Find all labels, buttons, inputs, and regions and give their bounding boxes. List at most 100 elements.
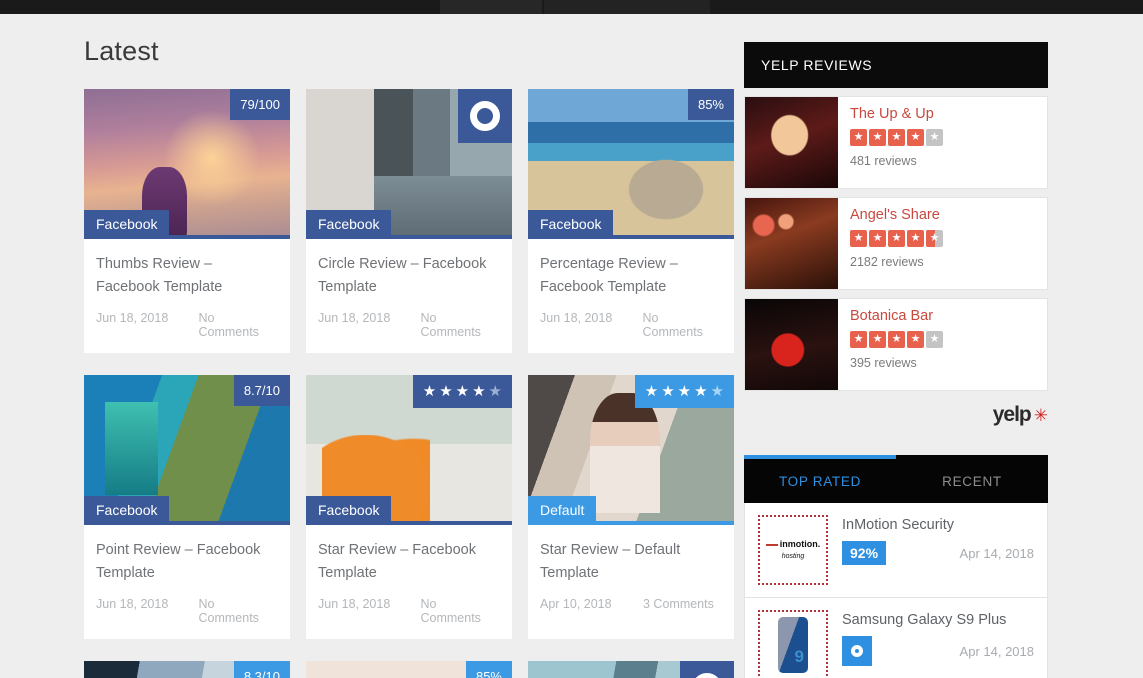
post-comments[interactable]: No Comments	[199, 597, 279, 625]
score-badge: 8.3/10	[233, 661, 290, 678]
circle-score-badge	[458, 89, 512, 143]
inmotion-logo-icon: inmotion. hosting	[765, 539, 820, 560]
category-tag[interactable]: Facebook	[306, 495, 392, 525]
post-thumbnail[interactable]: 8.3/10	[84, 661, 290, 678]
post-meta: Jun 18, 2018 No Comments	[96, 597, 278, 625]
yelp-business-photo	[745, 299, 838, 390]
category-tag-row: Facebook	[306, 209, 512, 239]
review-thumbnail: inmotion. hosting	[758, 515, 828, 585]
post-date: Jun 18, 2018	[318, 311, 391, 325]
star-icon: ★	[439, 383, 453, 400]
tab-recent[interactable]: RECENT	[896, 455, 1048, 503]
score-badge: 8.7/10	[233, 375, 290, 406]
post-body: Star Review – Default Template Apr 10, 20…	[528, 525, 734, 625]
post-date: Jun 18, 2018	[318, 597, 391, 611]
yelp-review-count: 395 reviews	[850, 356, 917, 370]
post-body: Percentage Review – Facebook Template Jun…	[528, 239, 734, 353]
review-title[interactable]: InMotion Security	[842, 517, 1034, 533]
page-title: Latest	[84, 36, 159, 66]
yelp-logo: yelp ✳	[744, 391, 1048, 437]
category-tag[interactable]: Facebook	[84, 495, 170, 525]
yelp-business-name[interactable]: Botanica Bar	[850, 308, 943, 324]
post-card[interactable]: ★ ★ ★ ★ ★ Default Star Review – Default Templa…	[528, 375, 734, 639]
post-comments[interactable]: 3 Comments	[643, 597, 714, 611]
post-title[interactable]: Point Review – Facebook Template	[96, 539, 278, 585]
star-score-badge: ★ ★ ★ ★ ★	[412, 375, 512, 408]
top-navbar[interactable]	[0, 0, 1143, 14]
post-card[interactable]: 85%	[306, 661, 512, 678]
post-card[interactable]: Facebook Circle Review – Facebook Templat…	[306, 89, 512, 353]
star-icon: ★	[455, 383, 470, 400]
post-thumbnail[interactable]: 79/100 Facebook	[84, 89, 290, 239]
yelp-logo-text: yelp	[992, 403, 1032, 426]
yelp-star-rating: ★ ★ ★ ★ ★	[850, 331, 943, 348]
review-list-item[interactable]: Samsung Galaxy S9 Plus Apr 14, 2018	[744, 598, 1048, 678]
post-title[interactable]: Circle Review – Facebook Template	[318, 253, 500, 299]
category-tag-line	[169, 235, 290, 239]
post-comments[interactable]: No Comments	[421, 597, 501, 625]
yelp-review-item[interactable]: The Up & Up ★ ★ ★ ★ ★ 481 reviews	[744, 96, 1048, 189]
post-body: Circle Review – Facebook Template Jun 18,…	[306, 239, 512, 353]
ring-icon	[470, 101, 500, 131]
yelp-business-name[interactable]: Angel's Share	[850, 207, 943, 223]
yelp-star-icon: ★	[888, 230, 905, 247]
post-comments[interactable]: No Comments	[421, 311, 501, 339]
post-card[interactable]: ★ ★ ★ ★ ★ Facebook Star Review – Facebook Temp…	[306, 375, 512, 639]
star-icon: ★	[694, 383, 708, 400]
score-badge: 92%	[842, 541, 887, 566]
post-title[interactable]: Thumbs Review – Facebook Template	[96, 253, 278, 299]
yelp-item-body: Angel's Share ★ ★ ★ ★ ★ 2182 reviews	[838, 198, 955, 289]
score-badge: 85%	[687, 89, 734, 120]
category-tag[interactable]: Facebook	[306, 209, 392, 239]
post-thumbnail[interactable]: 85%	[306, 661, 512, 678]
star-rating: ★ ★ ★ ★ ★	[423, 384, 502, 399]
review-date: Apr 14, 2018	[959, 545, 1034, 561]
tab-top-rated[interactable]: TOP RATED	[744, 455, 896, 503]
post-thumbnail[interactable]: ★ ★ ★ ★ ★ Default	[528, 375, 734, 525]
post-card[interactable]: 8.3/10	[84, 661, 290, 678]
review-date: Apr 14, 2018	[959, 643, 1034, 659]
yelp-star-icon: ★	[907, 230, 924, 247]
post-date: Jun 18, 2018	[540, 311, 613, 325]
category-tag[interactable]: Default	[528, 495, 597, 525]
review-list-item[interactable]: inmotion. hosting InMotion Security 92% Apr …	[744, 503, 1048, 598]
category-tag[interactable]: Facebook	[528, 209, 614, 239]
post-thumbnail[interactable]: 85% Facebook	[528, 89, 734, 239]
post-thumbnail[interactable]: Facebook	[306, 89, 512, 239]
yelp-review-item[interactable]: Angel's Share ★ ★ ★ ★ ★ 2182 reviews	[744, 197, 1048, 290]
post-title[interactable]: Percentage Review – Facebook Template	[540, 253, 722, 299]
yelp-star-icon: ★	[869, 129, 886, 146]
post-meta: Jun 18, 2018 No Comments	[540, 311, 722, 339]
review-meta-row: Apr 14, 2018	[842, 636, 1034, 666]
post-thumbnail[interactable]: 8.7/10 Facebook	[84, 375, 290, 525]
yelp-reviews-widget: YELP REVIEWS The Up & Up ★ ★ ★ ★ ★ 481 reviews…	[744, 42, 1048, 437]
score-badge: 79/100	[230, 89, 290, 120]
reviews-list: inmotion. hosting InMotion Security 92% Apr …	[744, 503, 1048, 678]
post-card[interactable]: 79/100 Facebook Thumbs Review – Facebook T…	[84, 89, 290, 353]
post-thumbnail[interactable]	[528, 661, 734, 678]
post-card[interactable]	[528, 661, 734, 678]
post-body: Thumbs Review – Facebook Template Jun 18,…	[84, 239, 290, 353]
yelp-star-icon: ★	[926, 129, 943, 146]
post-comments[interactable]: No Comments	[643, 311, 723, 339]
category-tag-line	[391, 521, 512, 525]
yelp-star-icon: ★	[850, 230, 867, 247]
post-title[interactable]: Star Review – Facebook Template	[318, 539, 500, 585]
review-title[interactable]: Samsung Galaxy S9 Plus	[842, 612, 1034, 628]
phone-product-icon	[778, 617, 808, 673]
star-icon: ★	[488, 383, 502, 400]
page-content: Latest 79/100 Facebook Thumbs Review – Fac…	[0, 14, 1143, 678]
review-item-body: Samsung Galaxy S9 Plus Apr 14, 2018	[842, 610, 1034, 666]
post-thumbnail[interactable]: ★ ★ ★ ★ ★ Facebook	[306, 375, 512, 525]
post-card[interactable]: 8.7/10 Facebook Point Review – Facebook Te…	[84, 375, 290, 639]
yelp-business-name[interactable]: The Up & Up	[850, 106, 943, 122]
circle-score-badge	[680, 661, 734, 678]
yelp-burst-icon: ✳	[1033, 405, 1048, 425]
category-tag[interactable]: Facebook	[84, 209, 170, 239]
post-card[interactable]: 85% Facebook Percentage Review – Facebook …	[528, 89, 734, 353]
yelp-item-body: The Up & Up ★ ★ ★ ★ ★ 481 reviews	[838, 97, 955, 188]
post-body: Point Review – Facebook Template Jun 18, …	[84, 525, 290, 639]
yelp-review-item[interactable]: Botanica Bar ★ ★ ★ ★ ★ 395 reviews	[744, 298, 1048, 391]
post-comments[interactable]: No Comments	[199, 311, 279, 339]
post-title[interactable]: Star Review – Default Template	[540, 539, 722, 585]
